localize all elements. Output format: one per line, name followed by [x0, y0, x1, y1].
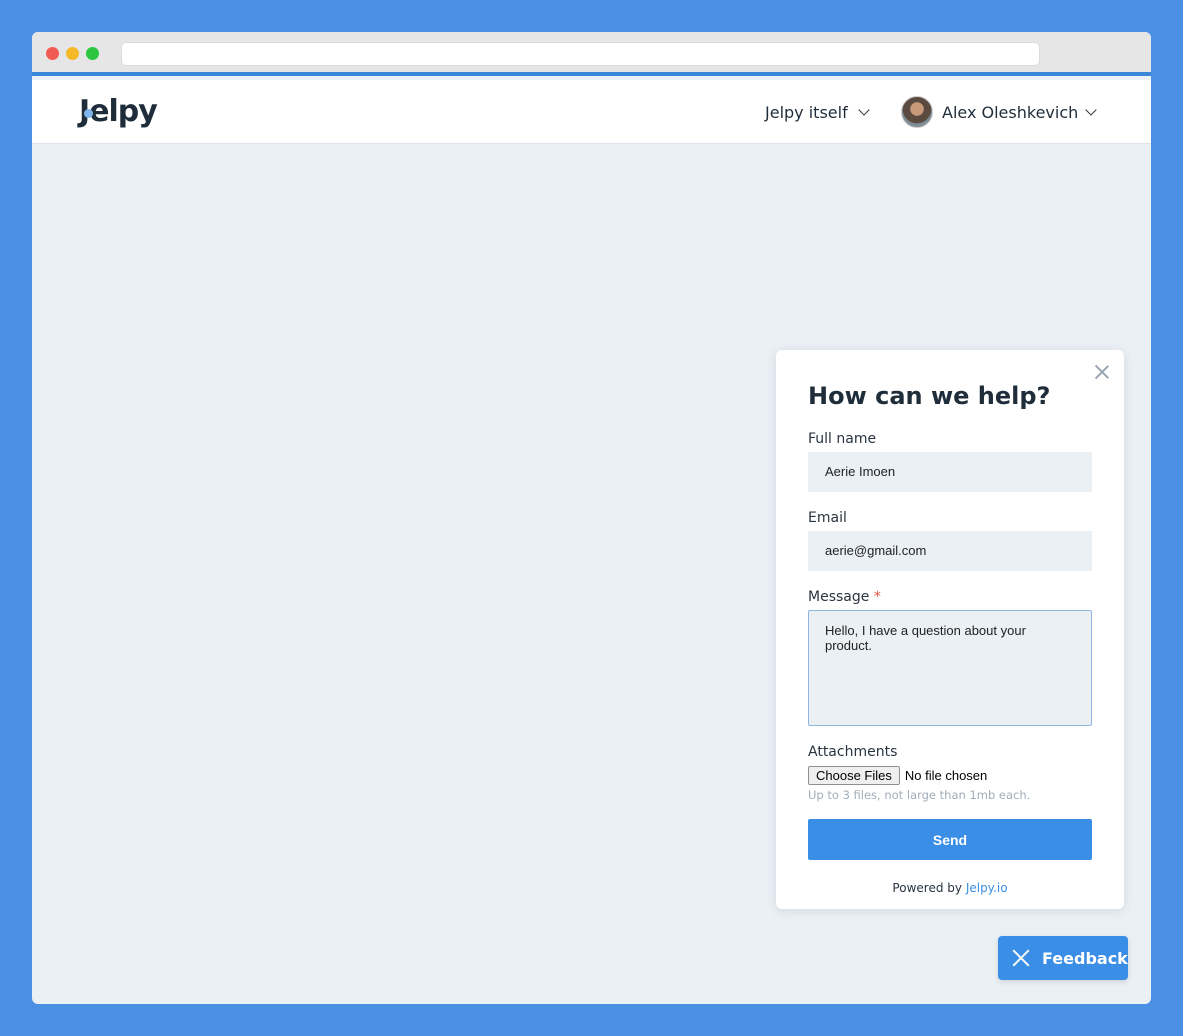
user-name: Alex Oleshkevich [942, 102, 1079, 122]
email-input[interactable] [808, 531, 1092, 571]
jelpy-logo[interactable]: Jelpy [79, 92, 158, 132]
help-form-panel: How can we help? Full name Email Message… [776, 350, 1124, 909]
required-mark: * [873, 589, 881, 605]
logo-dot-icon [84, 109, 93, 118]
app-header: Jelpy Jelpy itself Alex Oleshkevich [32, 80, 1151, 144]
attachments-label: Attachments [808, 744, 898, 760]
attachments-hint: Up to 3 files, not large than 1mb each. [808, 788, 1031, 802]
workspace-switcher[interactable]: Jelpy itself [765, 98, 870, 126]
message-label-row: Message * [808, 589, 881, 605]
powered-by: Powered by Jelpy.io [776, 881, 1124, 895]
chevron-down-icon [858, 104, 870, 116]
powered-by-text: Powered by [892, 881, 962, 895]
feedback-label: Feedback [1042, 948, 1128, 968]
message-textarea[interactable]: Hello, I have a question about your prod… [808, 610, 1092, 726]
message-label: Message [808, 589, 870, 605]
no-file-text: No file chosen [904, 768, 988, 783]
form-title: How can we help? [808, 382, 1051, 410]
chevron-down-icon [1085, 104, 1097, 116]
address-bar[interactable] [121, 42, 1040, 66]
file-input: Choose Files No file chosen [808, 766, 987, 785]
jelpy-io-link[interactable]: Jelpy.io [966, 881, 1008, 895]
feedback-button[interactable]: Feedback [998, 936, 1128, 980]
close-icon[interactable] [1094, 364, 1110, 380]
workspace-name: Jelpy itself [765, 102, 848, 122]
user-menu[interactable]: Alex Oleshkevich [901, 96, 1097, 128]
minimize-window-icon[interactable] [66, 47, 79, 60]
maximize-window-icon[interactable] [86, 47, 99, 60]
full-name-input[interactable] [808, 452, 1092, 492]
browser-chrome [32, 32, 1151, 76]
avatar [901, 96, 933, 128]
close-window-icon[interactable] [46, 47, 59, 60]
full-name-label: Full name [808, 431, 877, 447]
email-label: Email [808, 510, 847, 526]
choose-files-button[interactable]: Choose Files [808, 766, 900, 785]
send-button[interactable]: Send [808, 819, 1092, 860]
browser-window: Jelpy Jelpy itself Alex Oleshkevich How … [32, 32, 1151, 1004]
close-icon [1012, 949, 1030, 967]
